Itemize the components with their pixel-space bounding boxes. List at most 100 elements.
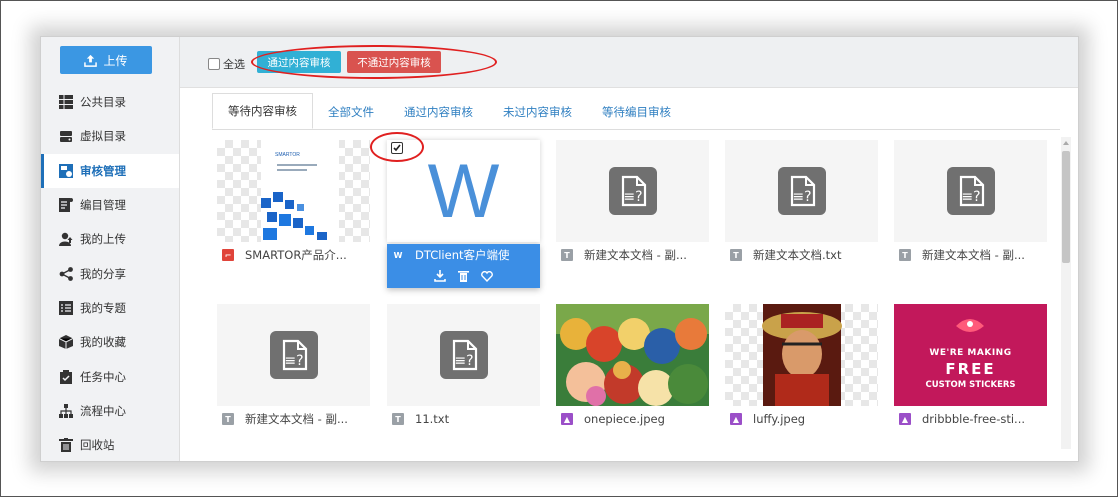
svg-text:≡?: ≡?: [623, 189, 642, 205]
svg-text:≡?: ≡?: [284, 353, 303, 369]
trash-icon[interactable]: [458, 270, 469, 282]
file-caption[interactable]: ▲ luffy.jpeg: [725, 408, 878, 430]
file-name: luffy.jpeg: [753, 412, 806, 426]
user-upload-icon: [59, 232, 73, 247]
box-icon: [59, 335, 73, 350]
upload-button[interactable]: 上传: [60, 46, 152, 74]
app-window: 上传 公共目录 虚拟目录 审核管理 编目管理 我的上传 我的分享 我的专题 我的…: [40, 36, 1079, 462]
file-name: dribbble-free-sti...: [922, 412, 1026, 426]
sidebar-item-label: 任务中心: [80, 369, 126, 384]
drive-icon: [59, 129, 73, 143]
file-caption[interactable]: T 新建文本文档 - 副...: [217, 408, 370, 430]
select-all-checkbox[interactable]: 全选: [208, 56, 245, 72]
file-name: 11.txt: [415, 412, 450, 426]
list-icon: [59, 300, 73, 315]
sidebar-item-label: 流程中心: [80, 403, 126, 418]
sidebar-item-tasks[interactable]: 任务中心: [41, 359, 179, 393]
file-thumbnail[interactable]: ≡?: [894, 140, 1047, 242]
tab-divider: [212, 129, 1060, 130]
file-name: 新建文本文档.txt: [753, 248, 842, 262]
vertical-scrollbar[interactable]: [1061, 137, 1071, 449]
share-icon: [59, 266, 73, 281]
heart-icon[interactable]: [481, 270, 493, 282]
image-file-icon: ▲: [730, 413, 742, 425]
unknown-doc-icon: ≡?: [778, 167, 826, 215]
file-name: onepiece.jpeg: [584, 412, 665, 426]
sidebar-item-catalog[interactable]: 编目管理: [41, 188, 179, 222]
file-caption[interactable]: ▲ dribbble-free-sti...: [894, 408, 1047, 430]
text-file-icon: T: [222, 413, 234, 425]
file-caption[interactable]: T 新建文本文档.txt: [725, 244, 878, 266]
sidebar-item-public[interactable]: 公共目录: [41, 85, 179, 119]
sidebar-item-recycle[interactable]: 回收站: [41, 428, 179, 461]
file-name: SMARTOR产品介...: [245, 248, 347, 262]
file-thumbnail[interactable]: SMARTOR: [217, 140, 370, 242]
highlight-oval-checkbox: [370, 132, 424, 162]
image-thumbnail[interactable]: [725, 304, 878, 406]
catalog-icon: [59, 198, 73, 213]
sidebar-nav: 公共目录 虚拟目录 审核管理 编目管理 我的上传 我的分享 我的专题 我的收藏 …: [41, 85, 179, 461]
svg-text:≡?: ≡?: [792, 189, 811, 205]
tab-bar: 等待内容审核 全部文件 通过内容审核 未过内容审核 等待编目审核: [212, 93, 686, 129]
file-caption[interactable]: T 11.txt: [387, 408, 540, 430]
pdf-brand-text: SMARTOR: [275, 152, 300, 158]
file-caption[interactable]: ⌐ SMARTOR产品介...: [217, 244, 370, 266]
sticker-line-3: CUSTOM STICKERS: [925, 380, 1016, 390]
sidebar-item-my-uploads[interactable]: 我的上传: [41, 222, 179, 256]
sidebar-item-label: 我的分享: [80, 266, 126, 281]
sidebar-item-label: 审核管理: [80, 163, 126, 178]
pdf-icon: ⌐: [222, 249, 234, 261]
text-file-icon: T: [899, 249, 911, 261]
download-icon[interactable]: [434, 270, 446, 282]
luffy-picture: [762, 304, 842, 406]
trash-icon: [59, 438, 73, 453]
text-file-icon: T: [561, 249, 573, 261]
sidebar-item-label: 我的收藏: [80, 335, 126, 350]
sidebar-item-review[interactable]: 审核管理: [41, 153, 179, 188]
sidebar-item-label: 虚拟目录: [80, 129, 126, 144]
sidebar-item-my-topics[interactable]: 我的专题: [41, 291, 179, 325]
grid-icon: [59, 95, 73, 110]
pdf-preview-icon: SMARTOR: [261, 140, 339, 242]
file-caption[interactable]: T 新建文本文档 - 副...: [894, 244, 1047, 266]
text-file-icon: T: [392, 413, 404, 425]
file-name: DTClient客户端使: [415, 248, 510, 262]
image-thumbnail[interactable]: WE'RE MAKING FREE CUSTOM STICKERS: [894, 304, 1047, 406]
tab-all-files[interactable]: 全部文件: [313, 95, 389, 129]
scrollbar-thumb[interactable]: [1062, 151, 1070, 263]
file-caption[interactable]: T 新建文本文档 - 副...: [556, 244, 709, 266]
highlight-oval-buttons: [251, 45, 497, 79]
checkbox-box[interactable]: [208, 58, 220, 70]
upload-icon: [84, 54, 98, 67]
sidebar-item-favorites[interactable]: 我的收藏: [41, 325, 179, 359]
file-name: 新建文本文档 - 副...: [584, 248, 687, 262]
sidebar-item-label: 回收站: [80, 438, 115, 453]
text-file-icon: T: [730, 249, 742, 261]
file-name: 新建文本文档 - 副...: [245, 412, 348, 426]
sidebar-item-label: 公共目录: [80, 95, 126, 110]
svg-text:≡?: ≡?: [454, 353, 473, 369]
selected-file-caption[interactable]: W DTClient客户端使: [387, 244, 540, 288]
tab-pending-catalog[interactable]: 等待编目审核: [587, 95, 686, 129]
file-caption[interactable]: ▲ onepiece.jpeg: [556, 408, 709, 430]
sidebar-item-my-shares[interactable]: 我的分享: [41, 256, 179, 290]
unknown-doc-icon: ≡?: [270, 331, 318, 379]
word-preview-icon: W: [427, 149, 500, 234]
action-toolbar: 全选 通过内容审核 不通过内容审核: [180, 37, 1078, 88]
sidebar-item-virtual[interactable]: 虚拟目录: [41, 119, 179, 153]
file-name: 新建文本文档 - 副...: [922, 248, 1025, 262]
sidebar-item-workflow[interactable]: 流程中心: [41, 394, 179, 428]
tab-rejected[interactable]: 未过内容审核: [488, 95, 587, 129]
tab-pending-content[interactable]: 等待内容审核: [212, 93, 313, 129]
scroll-up-icon[interactable]: [1061, 139, 1071, 147]
tab-approved[interactable]: 通过内容审核: [389, 95, 488, 129]
file-thumbnail[interactable]: ≡?: [217, 304, 370, 406]
image-file-icon: ▲: [899, 413, 911, 425]
sitemap-icon: [59, 403, 73, 418]
file-thumbnail[interactable]: ≡?: [556, 140, 709, 242]
sticker-line-1: WE'RE MAKING: [929, 348, 1012, 358]
file-thumbnail[interactable]: ≡?: [725, 140, 878, 242]
sidebar-item-label: 我的专题: [80, 300, 126, 315]
file-thumbnail[interactable]: ≡?: [387, 304, 540, 406]
image-thumbnail[interactable]: [556, 304, 709, 406]
